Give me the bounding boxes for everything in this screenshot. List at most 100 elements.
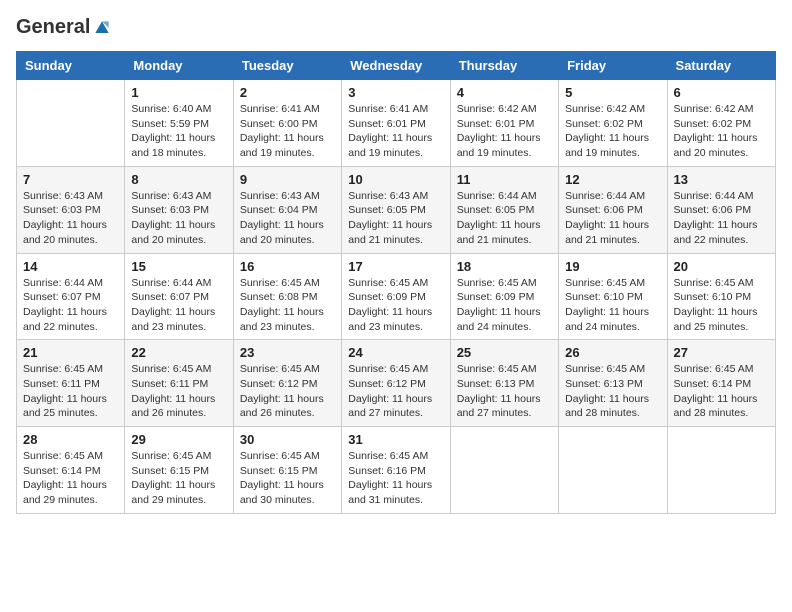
day-info: Sunrise: 6:45 AMSunset: 6:09 PMDaylight:… [457, 276, 552, 335]
calendar-table: SundayMondayTuesdayWednesdayThursdayFrid… [16, 51, 776, 514]
calendar-cell: 25 Sunrise: 6:45 AMSunset: 6:13 PMDayligh… [450, 340, 558, 427]
calendar-cell: 13 Sunrise: 6:44 AMSunset: 6:06 PMDayligh… [667, 166, 775, 253]
day-info: Sunrise: 6:44 AMSunset: 6:07 PMDaylight:… [131, 276, 226, 335]
day-number: 21 [23, 345, 118, 360]
day-info: Sunrise: 6:45 AMSunset: 6:11 PMDaylight:… [23, 362, 118, 421]
calendar-cell [559, 427, 667, 514]
day-number: 13 [674, 172, 769, 187]
calendar-cell: 12 Sunrise: 6:44 AMSunset: 6:06 PMDayligh… [559, 166, 667, 253]
calendar-cell: 10Sunrise: 6:43 AMSunset: 6:05 PMDayligh… [342, 166, 450, 253]
day-info: Sunrise: 6:45 AMSunset: 6:13 PMDaylight:… [565, 362, 660, 421]
calendar-cell: 20Sunrise: 6:45 AMSunset: 6:10 PMDayligh… [667, 253, 775, 340]
day-info: Sunrise: 6:45 AMSunset: 6:13 PMDaylight:… [457, 362, 552, 421]
day-info: Sunrise: 6:45 AMSunset: 6:14 PMDaylight:… [23, 449, 118, 508]
day-number: 28 [23, 432, 118, 447]
day-info: Sunrise: 6:44 AMSunset: 6:05 PMDaylight:… [457, 189, 552, 248]
day-info: Sunrise: 6:43 AMSunset: 6:03 PMDaylight:… [131, 189, 226, 248]
calendar-cell: 23 Sunrise: 6:45 AMSunset: 6:12 PMDayligh… [233, 340, 341, 427]
calendar-cell: 1Sunrise: 6:40 AMSunset: 5:59 PMDaylight… [125, 80, 233, 167]
day-number: 7 [23, 172, 118, 187]
day-number: 25 [457, 345, 552, 360]
weekday-header: Thursday [450, 52, 558, 80]
calendar-cell [667, 427, 775, 514]
calendar-cell: 2 Sunrise: 6:41 AMSunset: 6:00 PMDaylight… [233, 80, 341, 167]
day-number: 12 [565, 172, 660, 187]
calendar-cell: 16Sunrise: 6:45 AMSunset: 6:08 PMDayligh… [233, 253, 341, 340]
day-info: Sunrise: 6:42 AMSunset: 6:02 PMDaylight:… [674, 102, 769, 161]
day-number: 4 [457, 85, 552, 100]
day-number: 15 [131, 259, 226, 274]
calendar-cell: 28 Sunrise: 6:45 AMSunset: 6:14 PMDayligh… [17, 427, 125, 514]
calendar-cell: 8 Sunrise: 6:43 AMSunset: 6:03 PMDaylight… [125, 166, 233, 253]
day-number: 2 [240, 85, 335, 100]
calendar-cell: 18 Sunrise: 6:45 AMSunset: 6:09 PMDayligh… [450, 253, 558, 340]
weekday-header: Monday [125, 52, 233, 80]
calendar-cell: 29 Sunrise: 6:45 AMSunset: 6:15 PMDayligh… [125, 427, 233, 514]
day-info: Sunrise: 6:45 AMSunset: 6:14 PMDaylight:… [674, 362, 769, 421]
day-number: 14 [23, 259, 118, 274]
day-info: Sunrise: 6:45 AMSunset: 6:10 PMDaylight:… [565, 276, 660, 335]
day-number: 18 [457, 259, 552, 274]
day-info: Sunrise: 6:45 AMSunset: 6:12 PMDaylight:… [240, 362, 335, 421]
day-number: 5 [565, 85, 660, 100]
day-info: Sunrise: 6:45 AMSunset: 6:15 PMDaylight:… [240, 449, 335, 508]
day-number: 8 [131, 172, 226, 187]
calendar-cell [450, 427, 558, 514]
day-info: Sunrise: 6:41 AMSunset: 6:01 PMDaylight:… [348, 102, 443, 161]
page-header: General [16, 16, 776, 39]
calendar-cell [17, 80, 125, 167]
weekday-header: Friday [559, 52, 667, 80]
weekday-header: Saturday [667, 52, 775, 80]
calendar-cell: 31 Sunrise: 6:45 AMSunset: 6:16 PMDayligh… [342, 427, 450, 514]
day-number: 6 [674, 85, 769, 100]
calendar-cell: 17 Sunrise: 6:45 AMSunset: 6:09 PMDayligh… [342, 253, 450, 340]
day-number: 22 [131, 345, 226, 360]
calendar-cell: 26 Sunrise: 6:45 AMSunset: 6:13 PMDayligh… [559, 340, 667, 427]
day-number: 3 [348, 85, 443, 100]
calendar-cell: 7Sunrise: 6:43 AMSunset: 6:03 PMDaylight… [17, 166, 125, 253]
day-number: 11 [457, 172, 552, 187]
weekday-header: Wednesday [342, 52, 450, 80]
day-info: Sunrise: 6:43 AMSunset: 6:04 PMDaylight:… [240, 189, 335, 248]
calendar-week-row: 7 Sunrise: 6:43 AMSunset: 6:03 PMDaylight… [17, 166, 776, 253]
calendar-cell: 9 Sunrise: 6:43 AMSunset: 6:04 PMDaylight… [233, 166, 341, 253]
calendar-cell: 19 Sunrise: 6:45 AMSunset: 6:10 PMDayligh… [559, 253, 667, 340]
day-info: Sunrise: 6:44 AMSunset: 6:07 PMDaylight:… [23, 276, 118, 335]
day-number: 23 [240, 345, 335, 360]
day-number: 17 [348, 259, 443, 274]
calendar-week-row: 28 Sunrise: 6:45 AMSunset: 6:14 PMDayligh… [17, 427, 776, 514]
day-info: Sunrise: 6:45 AMSunset: 6:16 PMDaylight:… [348, 449, 443, 508]
day-number: 31 [348, 432, 443, 447]
calendar-week-row: 1Sunrise: 6:40 AMSunset: 5:59 PMDaylight… [17, 80, 776, 167]
calendar-cell: 30 Sunrise: 6:45 AMSunset: 6:15 PMDayligh… [233, 427, 341, 514]
weekday-header: Sunday [17, 52, 125, 80]
day-number: 26 [565, 345, 660, 360]
logo-general-text: General [16, 16, 90, 39]
day-number: 29 [131, 432, 226, 447]
day-info: Sunrise: 6:42 AMSunset: 6:02 PMDaylight:… [565, 102, 660, 161]
calendar-week-row: 21 Sunrise: 6:45 AMSunset: 6:11 PMDayligh… [17, 340, 776, 427]
day-info: Sunrise: 6:41 AMSunset: 6:00 PMDaylight:… [240, 102, 335, 161]
day-info: Sunrise: 6:42 AMSunset: 6:01 PMDaylight:… [457, 102, 552, 161]
day-number: 19 [565, 259, 660, 274]
day-number: 27 [674, 345, 769, 360]
calendar-cell: 27 Sunrise: 6:45 AMSunset: 6:14 PMDayligh… [667, 340, 775, 427]
calendar-cell: 22 Sunrise: 6:45 AMSunset: 6:11 PMDayligh… [125, 340, 233, 427]
day-number: 9 [240, 172, 335, 187]
day-info: Sunrise: 6:45 AMSunset: 6:09 PMDaylight:… [348, 276, 443, 335]
day-info: Sunrise: 6:45 AMSunset: 6:11 PMDaylight:… [131, 362, 226, 421]
logo-icon [92, 18, 112, 38]
day-info: Sunrise: 6:45 AMSunset: 6:08 PMDaylight:… [240, 276, 335, 335]
day-info: Sunrise: 6:45 AMSunset: 6:15 PMDaylight:… [131, 449, 226, 508]
day-info: Sunrise: 6:44 AMSunset: 6:06 PMDaylight:… [674, 189, 769, 248]
day-number: 30 [240, 432, 335, 447]
calendar-cell: 14 Sunrise: 6:44 AMSunset: 6:07 PMDayligh… [17, 253, 125, 340]
weekday-header: Tuesday [233, 52, 341, 80]
day-number: 24 [348, 345, 443, 360]
day-info: Sunrise: 6:44 AMSunset: 6:06 PMDaylight:… [565, 189, 660, 248]
calendar-cell: 21 Sunrise: 6:45 AMSunset: 6:11 PMDayligh… [17, 340, 125, 427]
calendar-cell: 15 Sunrise: 6:44 AMSunset: 6:07 PMDayligh… [125, 253, 233, 340]
day-number: 10 [348, 172, 443, 187]
calendar-cell: 24Sunrise: 6:45 AMSunset: 6:12 PMDayligh… [342, 340, 450, 427]
calendar-cell: 11 Sunrise: 6:44 AMSunset: 6:05 PMDayligh… [450, 166, 558, 253]
